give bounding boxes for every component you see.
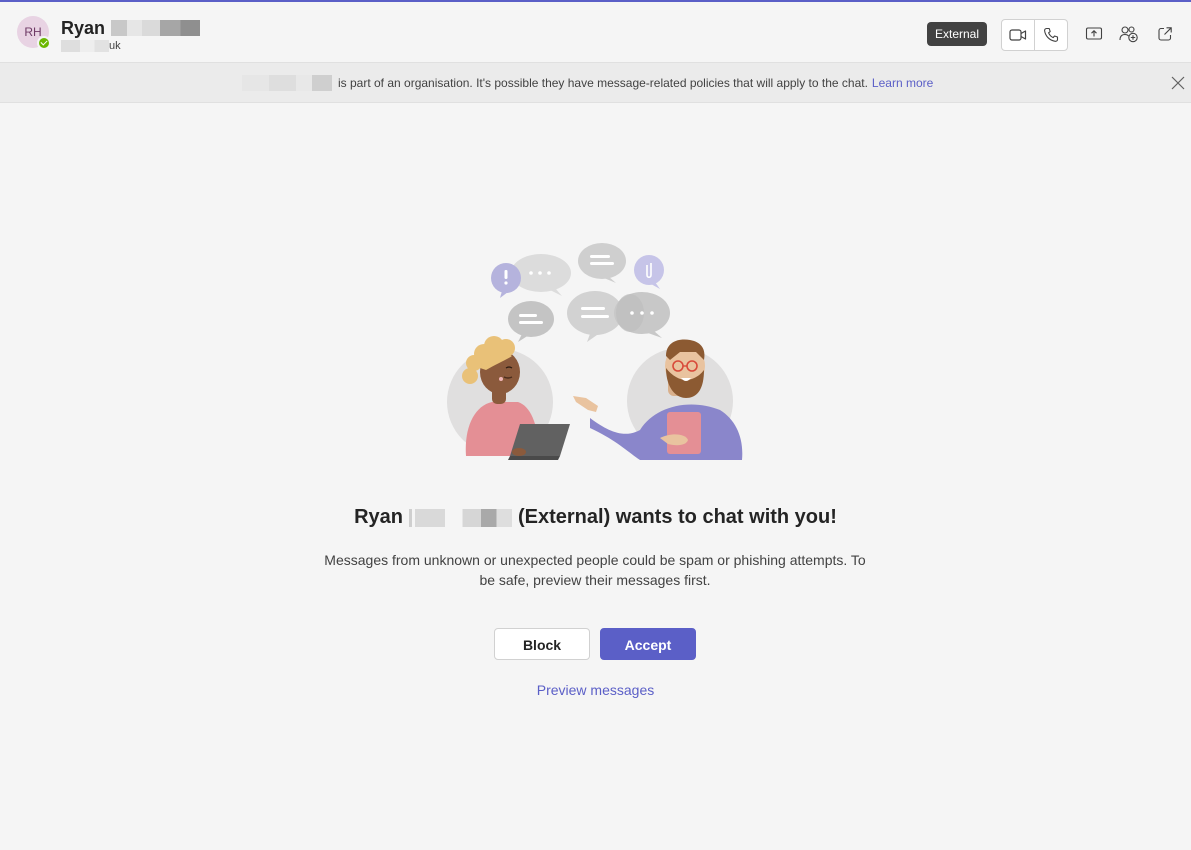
banner-message: is part of an organisation. It's possibl… xyxy=(242,75,933,91)
pop-out-button[interactable] xyxy=(1153,22,1177,46)
policy-banner: is part of an organisation. It's possibl… xyxy=(0,63,1191,103)
add-people-icon xyxy=(1119,26,1138,43)
headline-name: Ryan xyxy=(354,506,403,528)
video-call-icon xyxy=(1009,29,1027,41)
block-button[interactable]: Block xyxy=(494,628,590,660)
banner-text: is part of an organisation. It's possibl… xyxy=(338,76,868,90)
share-screen-icon xyxy=(1085,27,1103,40)
contact-first-name: Ryan xyxy=(61,17,106,38)
chat-header: RH Ryan uk External xyxy=(0,2,1191,63)
redacted-surname xyxy=(111,20,201,36)
email-suffix: uk xyxy=(109,39,121,52)
redacted-headline-surname xyxy=(408,508,512,527)
external-badge: External xyxy=(927,22,988,46)
call-button-group xyxy=(1001,19,1068,51)
preview-messages-link[interactable]: Preview messages xyxy=(0,682,1191,698)
pop-out-icon xyxy=(1158,27,1172,41)
close-banner-icon[interactable] xyxy=(1170,75,1186,91)
presence-available-icon xyxy=(37,36,51,50)
spam-warning-text: Messages from unknown or unexpected peop… xyxy=(324,552,866,588)
redacted-email xyxy=(61,39,109,52)
audio-call-button[interactable] xyxy=(1034,20,1067,50)
learn-more-link[interactable]: Learn more xyxy=(872,76,933,90)
headline-rest: (External) wants to chat with you! xyxy=(517,506,837,528)
redacted-organisation xyxy=(242,75,332,91)
chat-invite-illustration xyxy=(447,243,743,460)
video-call-button[interactable] xyxy=(1002,20,1034,50)
woman-with-laptop xyxy=(447,336,570,460)
accept-button[interactable]: Accept xyxy=(600,628,696,660)
contact-email-row: uk xyxy=(61,39,121,52)
man-with-tablet xyxy=(573,339,743,460)
share-screen-button[interactable] xyxy=(1082,22,1106,46)
speech-bubbles xyxy=(491,243,670,342)
add-people-button[interactable] xyxy=(1117,22,1141,46)
audio-call-icon xyxy=(1044,27,1059,42)
invite-headline: Ryan (External) wants to chat with you! xyxy=(0,506,1191,529)
contact-name-row[interactable]: Ryan xyxy=(61,17,201,39)
avatar[interactable]: RH xyxy=(17,16,51,50)
